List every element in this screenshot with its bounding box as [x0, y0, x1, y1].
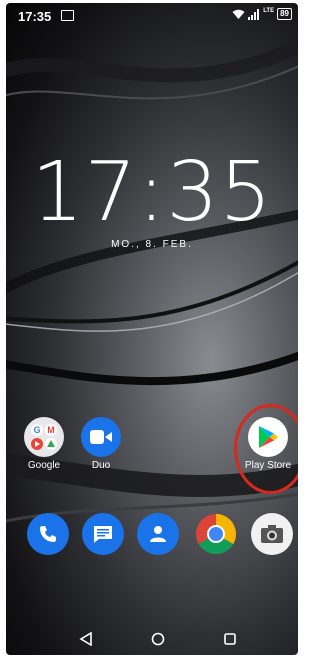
dock-contacts[interactable]: [128, 513, 188, 558]
camera-icon: [251, 513, 293, 555]
dock-phone[interactable]: [18, 513, 78, 558]
phone-screen: 17:35 LTE 89 17:35 MO., 8. FEB. G M Goog…: [6, 3, 298, 655]
signal-icon: [248, 8, 260, 20]
navigation-bar: [6, 623, 298, 655]
google-label: Google: [27, 460, 61, 471]
svg-text:G: G: [33, 425, 40, 435]
wifi-icon: [232, 9, 245, 19]
play-store-label: Play Store: [244, 460, 292, 471]
lockscreen-date: MO., 8. FEB.: [111, 239, 193, 250]
duo-app[interactable]: Duo: [71, 417, 131, 471]
recents-icon: [224, 633, 236, 645]
dock-messages[interactable]: [73, 513, 133, 558]
play-store-icon: [248, 417, 288, 457]
back-icon: [79, 632, 92, 646]
lockscreen-clock: 17:35: [31, 145, 273, 240]
dock-camera[interactable]: [242, 513, 298, 558]
contacts-icon: [137, 513, 179, 555]
gallery-notification-icon: [61, 10, 74, 21]
status-icons: LTE 89: [232, 8, 292, 20]
home-icon: [151, 632, 165, 646]
messages-icon: [82, 513, 124, 555]
back-button[interactable]: [76, 629, 96, 649]
phone-icon: [27, 513, 69, 555]
status-time: 17:35: [18, 9, 52, 24]
chrome-icon: [195, 513, 237, 555]
duo-icon: [81, 417, 121, 457]
play-store-app[interactable]: Play Store: [238, 417, 298, 471]
home-button[interactable]: [148, 629, 168, 649]
status-bar: 17:35 LTE 89: [6, 3, 298, 29]
dock-chrome[interactable]: [186, 513, 246, 558]
google-folder-icon: G M: [24, 417, 64, 457]
svg-text:M: M: [47, 425, 55, 435]
network-type: LTE: [263, 8, 275, 14]
battery-icon: 89: [277, 8, 292, 20]
duo-label: Duo: [91, 460, 111, 471]
google-folder[interactable]: G M Google: [14, 417, 74, 471]
recents-button[interactable]: [220, 629, 240, 649]
